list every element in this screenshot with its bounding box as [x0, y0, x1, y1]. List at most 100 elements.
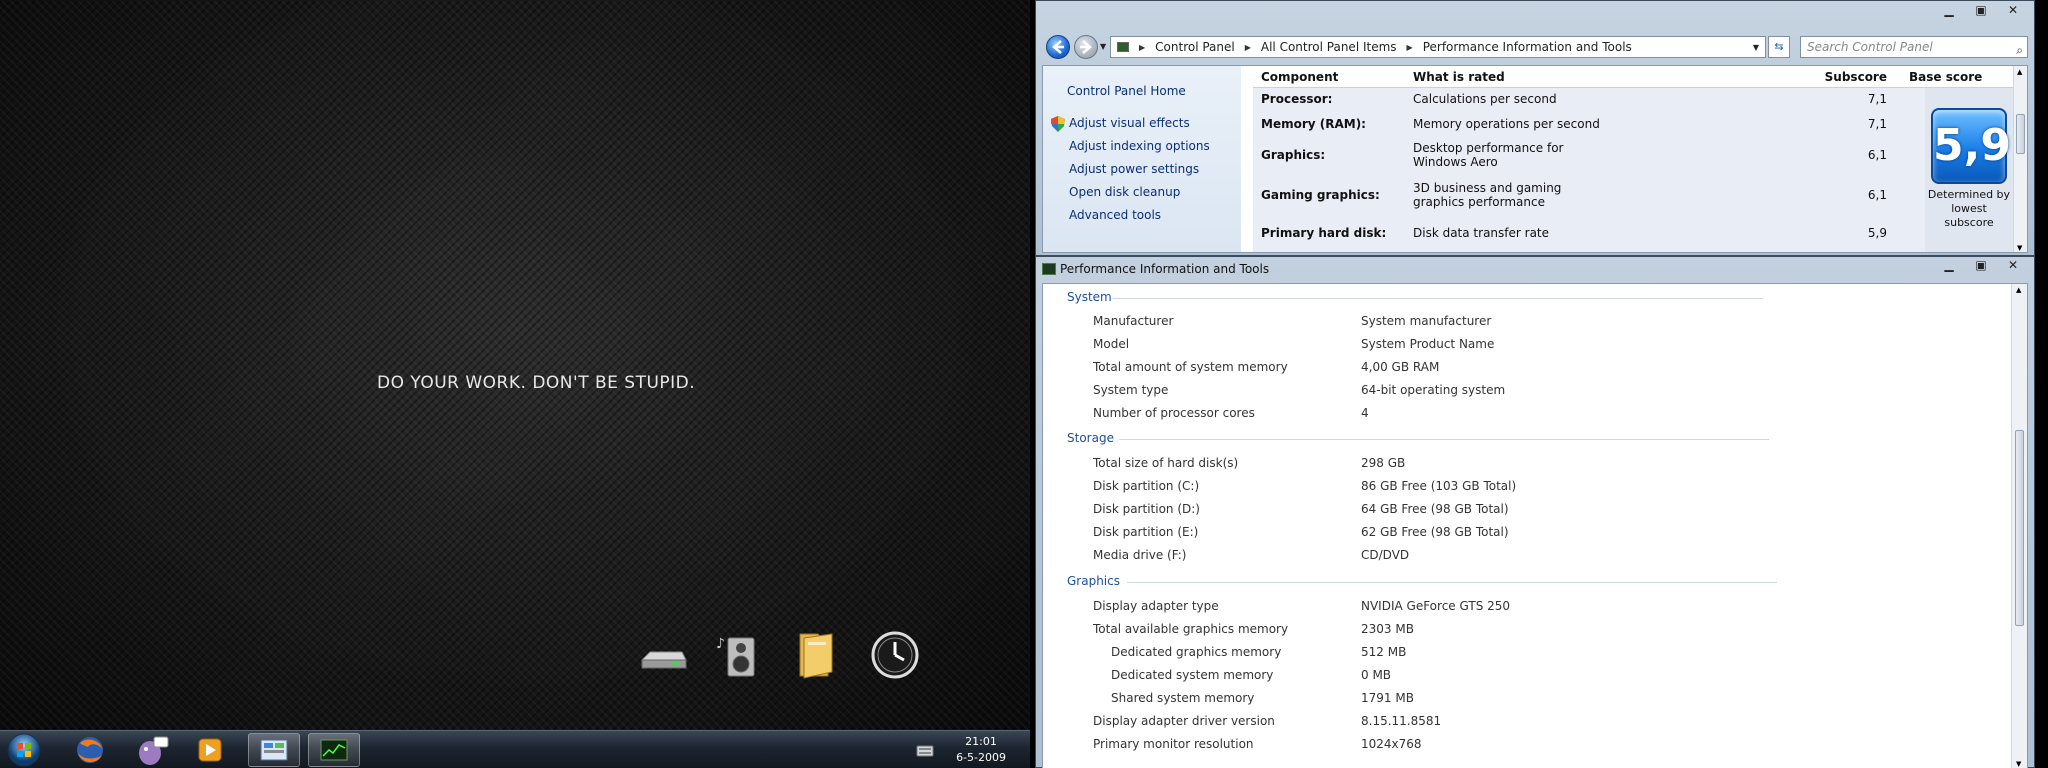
value-processor-cores: 4: [1361, 406, 1369, 420]
search-input[interactable]: Search Control Panel ⌕: [1800, 36, 2028, 58]
value-display-adapter: NVIDIA GeForce GTS 250: [1361, 599, 1511, 613]
value-manufacturer: System manufacturer: [1361, 314, 1492, 328]
scroll-up-icon[interactable]: ▲: [2017, 68, 2022, 76]
start-button[interactable]: [6, 732, 42, 768]
performance-details-window: Performance Information and Tools ▁ ▣ ✕ …: [1035, 256, 2035, 768]
breadcrumb-all-items[interactable]: All Control Panel Items: [1261, 40, 1397, 54]
refresh-button[interactable]: ⇆: [1768, 36, 1790, 58]
minimize-button[interactable]: ▁: [1936, 3, 1962, 19]
base-score-panel: 5,9 Determined by lowest subscore: [1925, 88, 2013, 252]
scrollbar-thumb[interactable]: [2016, 114, 2025, 154]
value-total-graphics-memory: 2303 MB: [1361, 622, 1414, 636]
details-content: System Manufacturer System manufacturer …: [1042, 283, 2028, 768]
scrollbar-thumb[interactable]: [2015, 430, 2024, 626]
label-total-graphics-memory: Total available graphics memory: [1093, 622, 1289, 636]
nav-adjust-indexing-options[interactable]: Adjust indexing options: [1069, 139, 1210, 153]
label-driver-version: Display adapter driver version: [1093, 714, 1275, 728]
maximize-button[interactable]: ▣: [1968, 3, 1994, 19]
value-system-memory: 4,00 GB RAM: [1361, 360, 1440, 374]
taskbar-firefox[interactable]: [64, 733, 116, 767]
label-processor-cores: Number of processor cores: [1093, 406, 1255, 420]
maximize-button[interactable]: ▣: [1968, 258, 1994, 274]
label-disk-e: Disk partition (E:): [1093, 525, 1199, 539]
value-dedicated-system-memory: 0 MB: [1361, 668, 1392, 682]
taskbar: 21:01 6-5-2009: [0, 730, 1030, 768]
section-divider: [1113, 298, 1763, 299]
performance-app-icon: [1042, 263, 1056, 275]
taskbar-control-panel[interactable]: [248, 733, 300, 767]
arrow-left-icon: [1052, 40, 1064, 54]
breadcrumb-separator-icon[interactable]: ▶: [1139, 43, 1145, 52]
pidgin-icon: [139, 736, 169, 765]
row-what-is-rated: Memory operations per second: [1413, 117, 1600, 131]
clock-time: 21:01: [965, 735, 997, 748]
nav-adjust-visual-effects[interactable]: Adjust visual effects: [1069, 116, 1190, 130]
search-icon[interactable]: ⌕: [2016, 40, 2023, 60]
value-disk-e: 62 GB Free (98 GB Total): [1361, 525, 1509, 539]
value-media-drive: CD/DVD: [1361, 548, 1410, 562]
performance-rating-table: Component What is rated Subscore Base sc…: [1253, 66, 2015, 252]
taskbar-performance-tools[interactable]: [308, 733, 360, 767]
value-monitor-resolution: 1024x768: [1361, 737, 1422, 751]
value-driver-version: 8.15.11.8581: [1361, 714, 1442, 728]
header-base-score: Base score: [1909, 70, 1983, 84]
nav-adjust-power-settings[interactable]: Adjust power settings: [1069, 162, 1199, 176]
breadcrumb-separator-icon[interactable]: ▶: [1407, 43, 1413, 52]
value-system-type: 64-bit operating system: [1361, 383, 1506, 397]
left-navigation-pane: Control Panel Home Adjust visual effects…: [1043, 66, 1241, 252]
control-panel-window: ▁ ▣ ✕ ▼ ▶ Control Panel ▶ All Control Pa…: [1035, 0, 2035, 256]
search-placeholder: Search Control Panel: [1807, 40, 1933, 54]
label-dedicated-graphics-memory: Dedicated graphics memory: [1111, 645, 1282, 659]
breadcrumb-performance[interactable]: Performance Information and Tools: [1423, 40, 1632, 54]
close-button[interactable]: ✕: [2000, 258, 2026, 274]
recent-pages-dropdown[interactable]: ▼: [1100, 42, 1106, 51]
forward-button[interactable]: [1074, 35, 1098, 59]
speaker-icon[interactable]: ♪: [712, 628, 766, 682]
address-bar[interactable]: ▶ Control Panel ▶ All Control Panel Item…: [1110, 36, 1766, 58]
nav-control-panel-home[interactable]: Control Panel Home: [1067, 84, 1186, 98]
navigation-bar: ▼ ▶ Control Panel ▶ All Control Panel It…: [1040, 33, 2030, 61]
taskbar-pidgin[interactable]: [124, 733, 176, 767]
vertical-scrollbar[interactable]: ▲ ▼: [2013, 66, 2027, 252]
keyboard-tray-icon[interactable]: [916, 741, 934, 757]
nav-open-disk-cleanup[interactable]: Open disk cleanup: [1069, 185, 1180, 199]
row-component: Graphics:: [1261, 148, 1326, 162]
breadcrumb-separator-icon[interactable]: ▶: [1245, 43, 1251, 52]
header-subscore: Subscore: [1824, 70, 1887, 84]
wallpaper-slogan: DO YOUR WORK. DON'T BE STUPID.: [377, 373, 696, 393]
clock-date: 6-5-2009: [956, 751, 1006, 764]
section-graphics-heading: Graphics: [1067, 574, 1120, 588]
minimize-button[interactable]: ▁: [1936, 258, 1962, 274]
media-player-icon: [198, 738, 222, 762]
nav-advanced-tools[interactable]: Advanced tools: [1069, 208, 1161, 222]
row-what-is-rated: 3D business and gaming graphics performa…: [1413, 181, 1562, 209]
window-title: Performance Information and Tools: [1060, 262, 1270, 276]
control-panel-content: Control Panel Home Adjust visual effects…: [1042, 65, 2028, 253]
scroll-up-icon[interactable]: ▲: [2016, 286, 2021, 294]
folder-icon[interactable]: [788, 628, 842, 682]
svg-text:♪: ♪: [716, 636, 725, 652]
address-dropdown-icon[interactable]: ▼: [1753, 43, 1759, 52]
clock-icon[interactable]: [868, 628, 922, 682]
row-component: Gaming graphics:: [1261, 188, 1380, 202]
back-button[interactable]: [1046, 35, 1070, 59]
close-button[interactable]: ✕: [2000, 3, 2026, 19]
value-dedicated-graphics-memory: 512 MB: [1361, 645, 1407, 659]
base-score-badge: 5,9: [1931, 108, 2011, 184]
scroll-down-icon[interactable]: ▼: [2016, 760, 2021, 768]
system-clock[interactable]: 21:01 6-5-2009: [956, 734, 1006, 766]
scroll-down-icon[interactable]: ▼: [2017, 244, 2022, 252]
row-component: Memory (RAM):: [1261, 117, 1366, 131]
value-shared-system-memory: 1791 MB: [1361, 691, 1414, 705]
section-divider: [1127, 582, 1777, 583]
drive-icon[interactable]: [636, 628, 690, 682]
firefox-icon: [77, 737, 103, 763]
vertical-scrollbar[interactable]: ▲ ▼: [2011, 284, 2027, 768]
desktop-background: DO YOUR WORK. DON'T BE STUPID. ♪: [0, 0, 1030, 730]
arrow-right-icon: [1080, 40, 1092, 54]
row-subscore: 6,1: [1867, 148, 1887, 162]
table-header: Component What is rated Subscore Base sc…: [1253, 66, 2015, 88]
control-panel-icon: [260, 739, 288, 761]
taskbar-media-player[interactable]: [184, 733, 236, 767]
breadcrumb-control-panel[interactable]: Control Panel: [1155, 40, 1235, 54]
